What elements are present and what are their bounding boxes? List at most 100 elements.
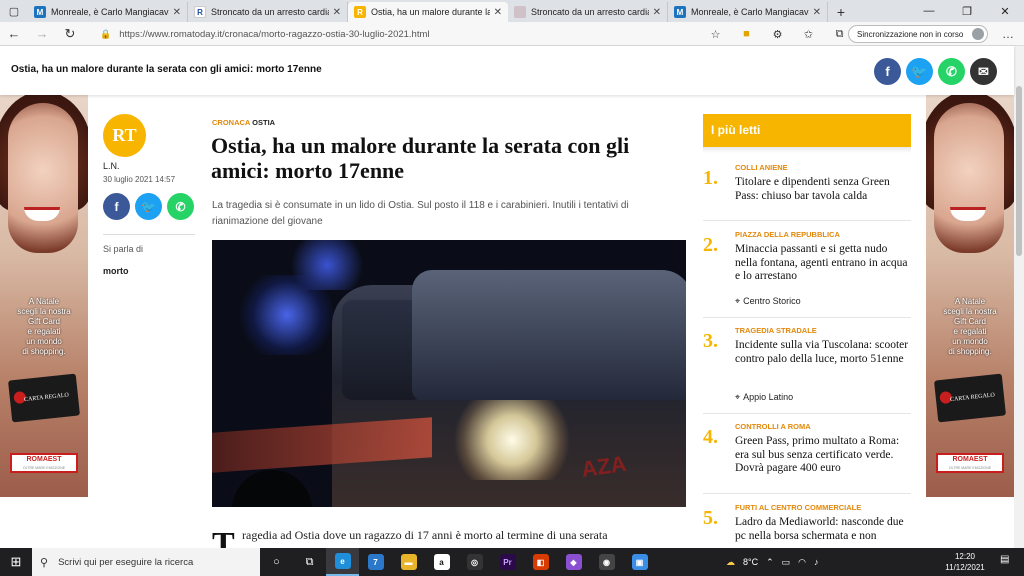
item-title[interactable]: Green Pass, primo multato a Roma: era su… <box>735 435 909 476</box>
wifi-icon[interactable]: ◠ <box>798 557 806 568</box>
search-placeholder: Scrivi qui per eseguire la ricerca <box>58 556 194 568</box>
twitter-share-icon[interactable]: 🐦 <box>135 193 162 220</box>
office-icon[interactable]: ◧ <box>524 548 557 576</box>
scrollbar-thumb[interactable] <box>1016 86 1022 256</box>
new-tab-button[interactable]: + <box>828 2 854 22</box>
article-kicker: CRONACA OSTIA <box>212 118 275 127</box>
tracking-prevention-icon[interactable]: ☆ <box>700 28 731 41</box>
tab-0[interactable]: M Monreale, è Carlo Mangiacavallo ✕ <box>28 2 188 22</box>
tab-close-icon[interactable]: ✕ <box>813 7 821 18</box>
maximize-icon[interactable]: ❐ <box>948 0 986 22</box>
whatsapp-share-icon[interactable]: ✆ <box>167 193 194 220</box>
item-title[interactable]: Incidente sulla via Tuscolana: scooter c… <box>735 339 909 366</box>
weather-icon[interactable]: ☁ <box>726 557 735 568</box>
tab-close-icon[interactable]: ✕ <box>653 7 661 18</box>
volume-icon[interactable]: ♪ <box>814 557 819 567</box>
photos-icon[interactable]: ▣ <box>623 548 656 576</box>
close-window-icon[interactable]: ✕ <box>986 0 1024 22</box>
refresh-icon[interactable]: ↻ <box>56 22 84 46</box>
r-favicon-icon: R <box>194 6 206 18</box>
item-title[interactable]: Minaccia passanti e si getta nudo nella … <box>735 243 909 284</box>
network-icon[interactable]: ▭ <box>782 557 791 568</box>
profile-avatar-icon <box>972 28 984 40</box>
subcategory-link[interactable]: OSTIA <box>252 118 275 127</box>
page-scrollbar[interactable] <box>1014 46 1024 548</box>
tab-3[interactable]: Stroncato da un arresto cardiaco ✕ <box>508 2 668 22</box>
item-location[interactable]: ⌖ Appio Latino <box>735 392 793 403</box>
paint-icon[interactable]: ◆ <box>557 548 590 576</box>
tab-title: Ostia, ha un malore durante la se <box>371 7 490 17</box>
ad-text: A Natale scegli la nostra Gift Card e rega… <box>943 297 997 356</box>
category-link[interactable]: CRONACA <box>212 118 250 127</box>
facebook-share-icon[interactable]: f <box>874 58 901 85</box>
show-hidden-icon[interactable]: ⌃ <box>766 557 774 568</box>
tab-4[interactable]: M Monreale, è Carlo Mangiacavallo ✕ <box>668 2 828 22</box>
back-icon[interactable]: ← <box>0 22 28 46</box>
item-category: COLLI ANIENE <box>735 163 788 172</box>
ad-logo: ROMAEST OLTRE MARE EMOZIONE <box>936 453 1004 473</box>
left-ad-banner[interactable]: A Natale scegli la nostra Gift Card e rega… <box>0 95 88 497</box>
sync-button[interactable]: Sincronizzazione non in corso <box>848 25 988 43</box>
twitter-share-icon[interactable]: 🐦 <box>906 58 933 85</box>
article-summary: La tragedia si è consumate in un lido di… <box>212 200 629 227</box>
most-read-item[interactable]: 4. CONTROLLI A ROMA Green Pass, primo mu… <box>703 422 911 494</box>
lock-icon[interactable]: 🔒 <box>100 29 111 40</box>
url-field[interactable]: 🔒 https://www.romatoday.it/cronaca/morto… <box>100 25 720 43</box>
favorites-icon[interactable]: ✩ <box>793 28 824 41</box>
task-view-icon[interactable]: ⧉ <box>293 548 326 576</box>
item-number: 4. <box>703 426 718 448</box>
edge-icon[interactable]: e <box>326 548 359 576</box>
right-ad-banner[interactable]: A Natale scegli la nostra Gift Card e rega… <box>926 95 1014 497</box>
most-read-item[interactable]: 5. FURTI AL CENTRO COMMERCIALE Ladro da … <box>703 503 911 548</box>
location-pin-icon: ⌖ <box>735 392 741 402</box>
more-menu-icon[interactable]: … <box>996 22 1020 46</box>
item-category: TRAGEDIA STRADALE <box>735 326 817 335</box>
dropcap: T <box>212 526 235 549</box>
mail-icon[interactable]: 7 <box>359 548 392 576</box>
whatsapp-share-icon[interactable]: ✆ <box>938 58 965 85</box>
gift-card: CARTA REGALO <box>933 373 1007 423</box>
extension-icon[interactable]: ■ <box>731 28 762 40</box>
extensions-icon[interactable]: ⚙ <box>762 28 793 41</box>
tab-2[interactable]: R Ostia, ha un malore durante la se ✕ <box>348 2 508 22</box>
topic-tag[interactable]: morto <box>103 266 129 276</box>
author-avatar[interactable]: RT <box>103 114 146 157</box>
minimize-icon[interactable]: — <box>910 0 948 22</box>
notifications-icon[interactable]: ▤ <box>1000 554 1009 565</box>
topics-label: Si parla di <box>103 244 144 254</box>
tab-actions-icon[interactable]: ▢ <box>0 0 28 22</box>
cortana-icon[interactable]: ○ <box>260 548 293 576</box>
clock-date: 11/12/2021 <box>945 563 985 572</box>
premiere-icon[interactable]: Pr <box>491 548 524 576</box>
publish-date: 30 luglio 2021 14:57 <box>103 175 176 184</box>
system-clock[interactable]: 12:20 11/12/2021 <box>940 551 990 573</box>
windows-start-icon[interactable]: ⊞ <box>0 548 32 576</box>
item-title[interactable]: Titolare e dipendenti senza Green Pass: … <box>735 176 909 203</box>
most-read-item[interactable]: 3. TRAGEDIA STRADALE Incidente sulla via… <box>703 326 911 414</box>
most-read-item[interactable]: 1. COLLI ANIENE Titolare e dipendenti se… <box>703 163 911 221</box>
facebook-share-icon[interactable]: f <box>103 193 130 220</box>
most-read-item[interactable]: 2. PIAZZA DELLA REPUBBLICA Minaccia pass… <box>703 230 911 318</box>
author-name[interactable]: L.N. <box>103 161 120 171</box>
tab-close-icon[interactable]: ✕ <box>333 7 341 18</box>
file-explorer-icon[interactable]: ▬ <box>392 548 425 576</box>
tab-1[interactable]: R Stroncato da un arresto cardiaco ✕ <box>188 2 348 22</box>
item-title[interactable]: Ladro da Mediaworld: nasconde due pc nel… <box>735 516 909 543</box>
email-share-icon[interactable]: ✉ <box>970 58 997 85</box>
article-body: ragedia ad Ostia dove un ragazzo di 17 a… <box>242 528 608 542</box>
forward-icon[interactable]: → <box>28 22 56 46</box>
chrome-icon[interactable]: ◉ <box>590 548 623 576</box>
item-category: CONTROLLI A ROMA <box>735 422 811 431</box>
tab-close-icon[interactable]: ✕ <box>494 7 502 18</box>
article-photo[interactable]: AZA <box>212 240 686 507</box>
tab-close-icon[interactable]: ✕ <box>173 7 181 18</box>
amazon-icon[interactable]: a <box>425 548 458 576</box>
browser-tabbar: ▢ M Monreale, è Carlo Mangiacavallo ✕ R … <box>0 0 1024 22</box>
item-location[interactable]: ⌖ Centro Storico <box>735 296 801 307</box>
romatoday-favicon-icon: R <box>354 6 366 18</box>
steam-icon[interactable]: ◎ <box>458 548 491 576</box>
temperature[interactable]: 8°C <box>743 557 758 567</box>
ambulance-window <box>342 300 422 400</box>
gift-card: CARTA REGALO <box>7 373 81 423</box>
taskbar-search[interactable]: ⚲ Scrivi qui per eseguire la ricerca <box>32 548 260 576</box>
